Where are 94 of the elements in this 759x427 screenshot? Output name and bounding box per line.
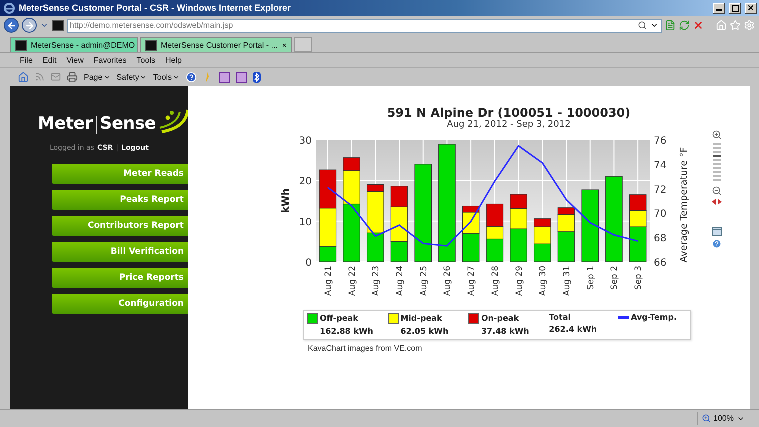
axis-tick-label: 74 — [654, 160, 667, 172]
legend-value: 162.88 kWh — [320, 327, 374, 336]
bar-segment — [534, 244, 552, 262]
note-icon[interactable] — [236, 72, 248, 82]
command-menu[interactable]: Page — [84, 72, 111, 82]
close-button[interactable] — [745, 2, 757, 14]
axis-tick-label: Aug 26 — [443, 266, 454, 296]
browser-tab[interactable]: MeterSense - admin@DEMO — [10, 37, 138, 52]
caret-icon — [104, 74, 111, 80]
browser-logo-icon — [4, 2, 15, 14]
address-field[interactable]: http://demo.metersense.com/odsweb/main.jsp — [67, 18, 662, 32]
legend-value: 62.05 kWh — [400, 327, 450, 336]
bar-segment — [510, 194, 528, 210]
bar-segment — [462, 233, 480, 262]
axis-title: Average Temperature °F — [679, 147, 690, 263]
left-arrow-icon — [6, 20, 16, 30]
table-icon[interactable] — [712, 227, 722, 236]
window-title: MeterSense Customer Portal - CSR - Windows Internet Explorer — [19, 3, 292, 13]
axis-tick-label: Aug 31 — [562, 266, 572, 296]
menu-item[interactable]: Edit — [42, 56, 57, 64]
axis-tick-label: 66 — [654, 258, 667, 269]
zoom-icon — [702, 414, 711, 423]
menu-item[interactable]: Help — [165, 56, 182, 64]
axis-tick-label: 72 — [654, 184, 667, 196]
help-icon[interactable] — [712, 239, 722, 249]
legend-label: Off-peak — [320, 314, 358, 323]
legend-label: Mid-peak — [400, 314, 442, 323]
axis-tick-label: 70 — [654, 209, 667, 220]
forward-button[interactable] — [22, 18, 37, 33]
stop-icon[interactable] — [693, 20, 704, 31]
axis-tick-label: Aug 28 — [490, 266, 501, 296]
maximize-button[interactable] — [729, 2, 741, 14]
axis-tick-label: 30 — [299, 136, 312, 147]
note-icon[interactable] — [219, 72, 230, 82]
brand-divider — [96, 116, 97, 134]
search-icon — [638, 21, 647, 30]
bar-segment — [319, 170, 337, 209]
command-menu[interactable]: Tools — [153, 72, 180, 82]
zoom-slider-icon[interactable] — [713, 143, 721, 183]
maximize-icon — [732, 4, 738, 12]
axis-tick-label: Aug 22 — [348, 266, 358, 296]
legend-label: On-peak — [481, 314, 520, 323]
minimize-button[interactable] — [713, 2, 725, 14]
axis-tick-label: Aug 29 — [514, 266, 525, 296]
chart-subtitle: Aug 21, 2012 - Sep 3, 2012 — [447, 120, 571, 130]
legend-label: Avg-Temp. — [631, 313, 677, 322]
caret-icon — [140, 74, 148, 80]
menu-item[interactable]: Favorites — [94, 56, 127, 64]
site-favicon — [15, 40, 27, 50]
axis-tick-label: 68 — [654, 234, 667, 245]
legend-value: 37.48 kWh — [481, 327, 530, 336]
axis-tick-label: Aug 23 — [372, 266, 382, 296]
axis-tick-label: Sep 2 — [610, 266, 620, 290]
pan-arrows-icon[interactable] — [712, 199, 722, 205]
site-favicon — [145, 40, 157, 50]
legend-label: Total — [549, 313, 572, 322]
axis-tick-label: Sep 3 — [634, 266, 644, 290]
brand-name: Meter — [38, 114, 93, 134]
dropdown-caret-icon[interactable] — [650, 21, 659, 30]
bar-segment — [629, 194, 647, 212]
bluetooth-icon[interactable] — [253, 72, 262, 82]
browser-tab[interactable]: MeterSense Customer Portal - ... — [140, 37, 292, 52]
axis-tick-label: Aug 24 — [396, 266, 406, 296]
right-arrow-icon — [24, 20, 34, 30]
bar-segment — [367, 232, 384, 262]
menu-item[interactable]: Tools — [136, 56, 156, 64]
menu-item[interactable]: File — [20, 56, 33, 64]
caret-icon — [173, 74, 180, 80]
zoom-level-control[interactable]: 100% — [696, 412, 749, 425]
axis-tick-label: 20 — [299, 176, 312, 188]
star-icon[interactable] — [730, 20, 741, 31]
back-button[interactable] — [4, 18, 19, 33]
axis-tick-label: Sep 1 — [586, 266, 596, 290]
brand-name: Sense — [100, 114, 156, 134]
close-icon — [747, 4, 755, 12]
site-favicon — [52, 20, 64, 31]
zoom-out-icon[interactable] — [712, 186, 722, 196]
axis-tick-label: Aug 30 — [538, 266, 549, 296]
axis-tick-label: Aug 21 — [324, 266, 334, 296]
chart-title: 591 N Alpine Dr (100051 - 1000030) — [387, 106, 631, 120]
axis-tick-label: 10 — [299, 217, 312, 228]
menu-item[interactable]: View — [66, 56, 84, 64]
chart-credit: KavaChart images from VE.com — [308, 344, 424, 353]
help-icon[interactable] — [186, 72, 198, 82]
zoom-in-icon[interactable] — [712, 130, 722, 140]
legend-value: 262.4 kWh — [549, 325, 598, 334]
axis-tick-label: 0 — [306, 258, 312, 269]
print-icon[interactable] — [67, 72, 78, 82]
home-icon[interactable] — [18, 72, 29, 82]
axis-title: kWh — [281, 188, 292, 214]
axis-tick-label: Aug 25 — [419, 266, 430, 296]
command-menu[interactable]: Safety — [116, 72, 148, 82]
axis-tick-label: 76 — [654, 136, 667, 147]
axis-tick-label: Aug 27 — [467, 266, 478, 296]
